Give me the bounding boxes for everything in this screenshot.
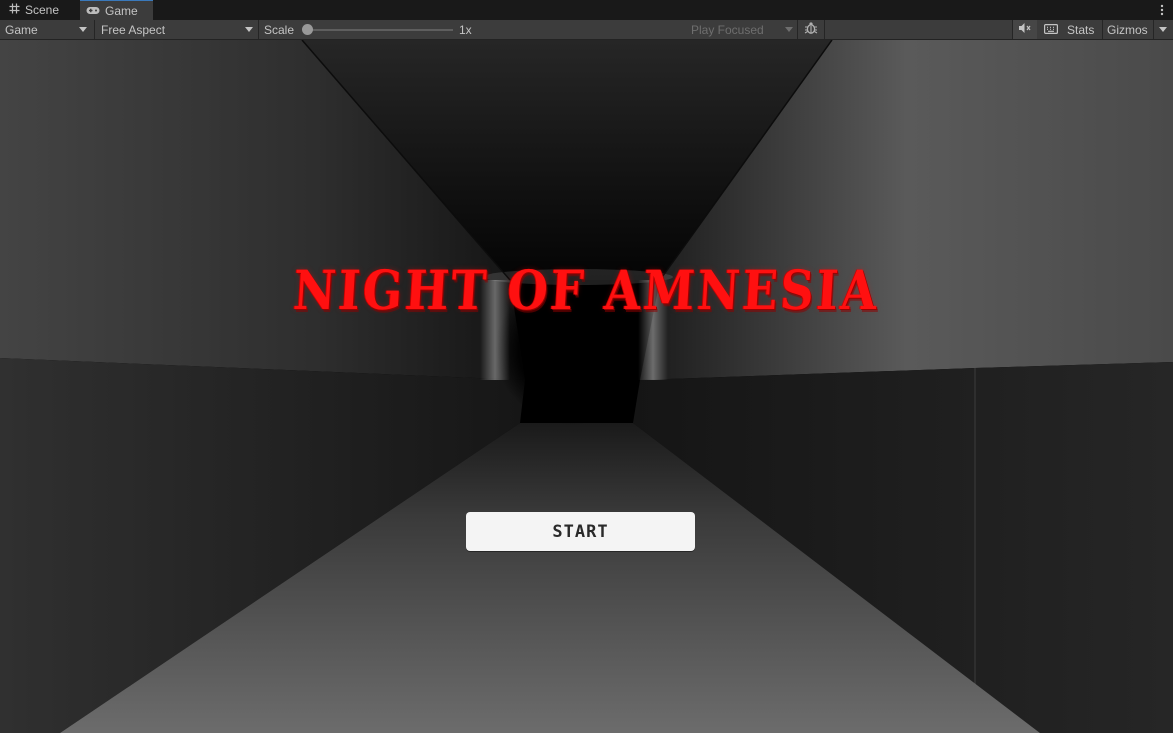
chevron-down-icon bbox=[79, 27, 87, 32]
tab-scene[interactable]: Scene bbox=[0, 0, 80, 20]
chevron-down-icon bbox=[245, 27, 253, 32]
scale-value: 1x bbox=[459, 22, 472, 37]
debug-bug-button[interactable] bbox=[800, 20, 822, 39]
game-title: NIGHT OF AMNESIA bbox=[291, 258, 882, 322]
toolbar-divider bbox=[1102, 20, 1103, 39]
toolbar-divider bbox=[94, 20, 95, 39]
aspect-dropdown-label: Free Aspect bbox=[101, 22, 166, 37]
scale-slider-thumb[interactable] bbox=[302, 24, 313, 35]
scale-slider-track[interactable] bbox=[308, 29, 453, 31]
tab-game[interactable]: Game bbox=[80, 0, 153, 20]
chevron-down-icon bbox=[785, 27, 793, 32]
toolbar-divider bbox=[1153, 20, 1154, 39]
game-view-toolbar: Game Free Aspect Scale 1x Play Focused S… bbox=[0, 20, 1173, 40]
tab-game-label: Game bbox=[105, 3, 138, 18]
tab-scene-label: Scene bbox=[25, 3, 60, 17]
game-viewport[interactable]: NIGHT OF AMNESIA START bbox=[0, 40, 1173, 733]
chevron-down-icon bbox=[1159, 27, 1167, 32]
bug-icon bbox=[804, 21, 818, 38]
mute-audio-button[interactable] bbox=[1013, 20, 1037, 39]
grid-icon bbox=[9, 3, 20, 17]
toolbar-divider bbox=[824, 20, 825, 39]
play-mode-dropdown-label: Play Focused bbox=[691, 22, 764, 37]
gizmos-dropdown[interactable] bbox=[1155, 20, 1171, 39]
gizmos-button[interactable]: Gizmos bbox=[1107, 20, 1148, 39]
editor-tab-bar: Scene Game bbox=[0, 0, 1173, 20]
stats-button[interactable]: Stats bbox=[1067, 20, 1094, 39]
toolbar-divider bbox=[797, 20, 798, 39]
display-dropdown-label: Game bbox=[5, 22, 38, 37]
start-button[interactable]: START bbox=[466, 512, 695, 551]
display-dropdown[interactable]: Game bbox=[5, 20, 90, 39]
keyboard-shortcuts-button[interactable] bbox=[1039, 20, 1063, 39]
keyboard-icon bbox=[1044, 23, 1059, 37]
speaker-muted-icon bbox=[1018, 22, 1032, 37]
aspect-dropdown[interactable]: Free Aspect bbox=[101, 20, 256, 39]
toolbar-divider bbox=[258, 20, 259, 39]
scale-label: Scale bbox=[264, 22, 295, 37]
more-options-icon[interactable] bbox=[1157, 2, 1167, 18]
corridor-scene bbox=[0, 40, 1173, 733]
gamepad-icon bbox=[86, 4, 100, 18]
play-mode-dropdown[interactable]: Play Focused bbox=[691, 20, 794, 39]
